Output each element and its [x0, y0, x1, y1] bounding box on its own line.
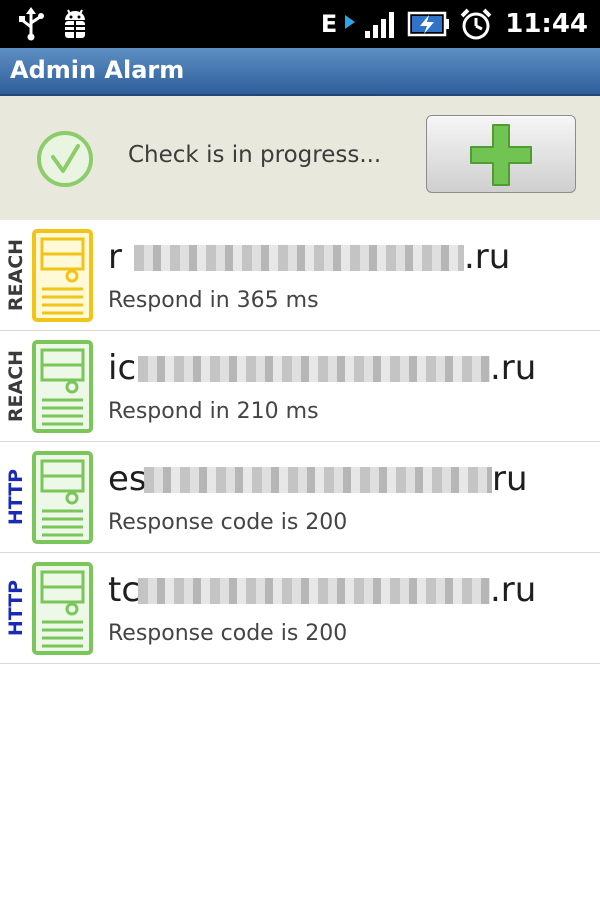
host-name: ic .ru	[108, 346, 548, 390]
check-circle-icon	[37, 131, 93, 187]
alarm-clock-icon	[460, 8, 492, 40]
check-type-label: REACH	[5, 238, 28, 312]
check-type-label: REACH	[5, 349, 28, 423]
usb-icon	[19, 7, 44, 41]
list-item[interactable]: REACH r .ru Respond in 365 ms	[0, 220, 600, 331]
app-title-bar: Admin Alarm	[0, 48, 600, 96]
host-name: es ru	[108, 457, 548, 501]
list-item[interactable]: HTTP es ru Response code is 200	[0, 442, 600, 553]
host-name: r .ru	[108, 235, 548, 279]
network-type-label: E	[320, 10, 338, 38]
check-detail: Response code is 200	[108, 621, 348, 646]
check-detail: Respond in 210 ms	[108, 399, 319, 424]
check-detail: Respond in 365 ms	[108, 288, 319, 313]
status-bar-left	[16, 6, 92, 42]
server-ok-icon	[32, 340, 93, 433]
status-bar-right: E 11:44	[321, 6, 588, 42]
host-suffix: .ru	[490, 570, 537, 610]
list-item[interactable]: HTTP tc .ru Response code is 200	[0, 553, 600, 664]
host-prefix: tc	[108, 570, 141, 610]
status-bar: E 11:44	[0, 0, 600, 48]
host-redacted	[138, 356, 490, 382]
host-suffix: .ru	[464, 237, 511, 277]
host-name: tc .ru	[108, 568, 548, 612]
battery-charging-icon	[407, 11, 450, 37]
host-prefix: es	[108, 459, 147, 499]
host-redacted	[144, 467, 492, 493]
check-type-label: HTTP	[5, 579, 27, 637]
host-suffix: ru	[492, 459, 528, 499]
check-detail: Response code is 200	[108, 510, 348, 535]
host-redacted	[138, 578, 490, 604]
host-redacted	[134, 245, 464, 271]
server-ok-icon	[32, 562, 93, 655]
signal-icon	[365, 12, 395, 38]
host-suffix: .ru	[490, 348, 537, 388]
edge-network-icon	[345, 15, 356, 29]
status-panel: Check is in progress...	[0, 96, 600, 220]
plus-icon	[470, 124, 532, 186]
list-item[interactable]: REACH ic .ru Respond in 210 ms	[0, 331, 600, 442]
check-list: REACH r .ru Respond in 365 ms REACH ic .…	[0, 220, 600, 664]
android-debug-icon	[65, 9, 85, 38]
clock-time: 11:44	[505, 9, 588, 39]
add-check-button[interactable]	[426, 115, 576, 193]
host-prefix: ic	[108, 348, 137, 388]
check-status-text: Check is in progress...	[128, 142, 382, 168]
app-title: Admin Alarm	[10, 56, 185, 84]
server-warning-icon	[32, 229, 93, 322]
check-type-label: HTTP	[5, 468, 27, 526]
host-prefix: r	[108, 237, 122, 277]
server-ok-icon	[32, 451, 93, 544]
